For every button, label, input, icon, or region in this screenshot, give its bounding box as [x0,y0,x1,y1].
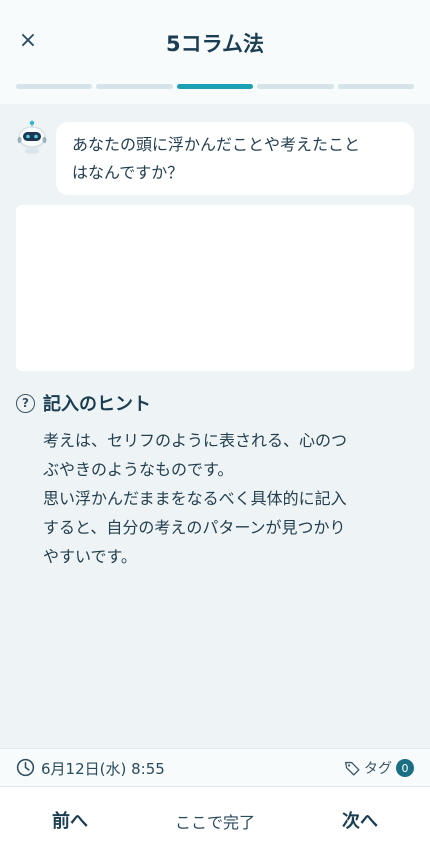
hint-text-line-2: ぶやきのようなものです。 [43,460,234,479]
hint-title: 記入のヒント [43,394,151,415]
tag-button[interactable]: タグ 0 [344,758,414,778]
entry-meta-bar: 6月12日(水) 8:55 タグ 0 [0,748,430,786]
tag-count-badge: 0 [396,759,414,777]
progress-step-5 [337,84,415,89]
clock-icon [16,758,35,777]
robot-icon [17,120,47,154]
step-progress-bar [16,84,415,89]
question-circle-icon: ? [16,393,35,413]
header: × 5コラム法 [0,0,430,104]
next-button[interactable]: 次へ [342,807,378,833]
progress-step-2 [96,84,173,89]
hint-header: ? 記入のヒント [16,390,414,416]
footer-nav: ここで完了 前へ 次へ [0,786,430,850]
entry-datetime[interactable]: 6月12日(水) 8:55 [41,758,165,779]
question-text-line-2: はなんですか？ [72,163,184,182]
page-title: 5コラム法 [166,32,264,56]
tag-icon [345,761,360,776]
previous-button[interactable]: 前へ [52,807,88,833]
tag-label: タグ [364,761,392,777]
answer-input[interactable] [16,205,414,371]
hint-text-line-5: やすいです。 [43,547,137,566]
progress-step-3 [176,84,254,89]
question-bubble: あなたの頭に浮かんだことや考えたこと はなんですか？ [56,122,414,195]
hint-body: 考えは、セリフのように表される、心のつ ぶやきのようなものです。 思い浮かんだま… [43,426,413,571]
hint-text-line-4: すると、自分の考えのパターンが見つかり [43,518,346,537]
question-text-line-1: あなたの頭に浮かんだことや考えたこと [72,135,361,154]
hint-text-line-3: 思い浮かんだままをなるべく具体的に記入 [43,489,347,508]
progress-step-1 [16,84,93,89]
progress-step-4 [257,84,334,89]
hint-text-line-1: 考えは、セリフのように表される、心のつ [43,431,348,450]
